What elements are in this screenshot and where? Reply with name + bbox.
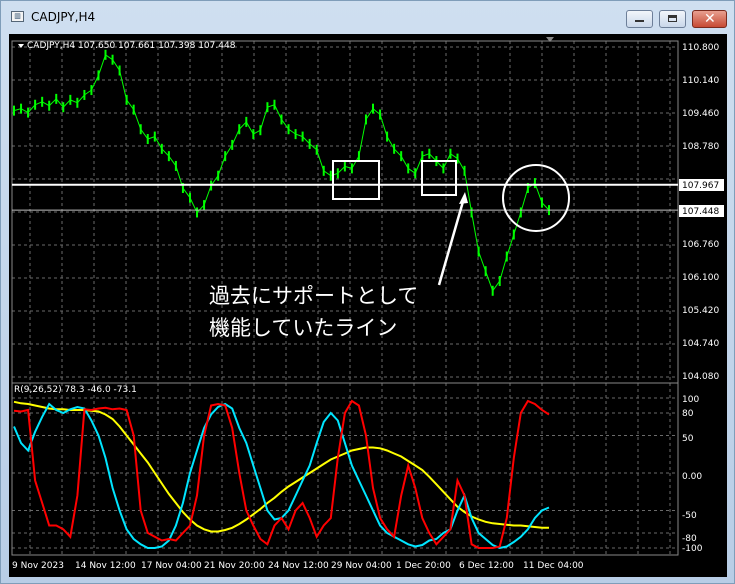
time-tick: 11 Dec 04:00 — [523, 561, 584, 571]
annotation-line1: 過去にサポートとして — [209, 284, 418, 308]
price-tick: 110.140 — [682, 76, 719, 86]
time-axis: 9 Nov 2023 14 Nov 12:00 17 Nov 04:00 21 … — [12, 561, 584, 571]
level-price-label: 107.967 — [682, 181, 719, 191]
maximize-icon — [668, 15, 677, 22]
chart-canvas[interactable]: 過去にサポートとして 機能していたライン CADJPY,H4 107.650 1… — [9, 34, 727, 577]
maximize-button[interactable] — [659, 10, 686, 28]
metatrader-chart-icon: ▥ — [11, 11, 24, 22]
chart-window: ▥ CADJPY,H4 ✕ 過去にサポートとして 機能していたライン CADJP… — [0, 0, 735, 584]
time-tick: 21 Nov 20:00 — [204, 561, 265, 571]
bid-price-label: 107.448 — [682, 207, 719, 217]
highlight-box-2 — [421, 160, 457, 196]
indicator-tick: 0.00 — [682, 472, 702, 482]
indicator-tick: -50 — [682, 511, 697, 521]
price-tick: 104.080 — [682, 372, 719, 382]
price-tick: 104.740 — [682, 339, 719, 349]
time-tick: 29 Nov 04:00 — [331, 561, 392, 571]
arrow-head-icon — [459, 192, 468, 204]
highlight-circle — [502, 164, 570, 232]
indicator-tick: 80 — [682, 409, 694, 419]
price-tick: 110.800 — [682, 43, 719, 53]
time-tick: 1 Dec 20:00 — [396, 561, 451, 571]
time-tick: 9 Nov 2023 — [12, 561, 64, 571]
chart-area[interactable]: 過去にサポートとして 機能していたライン CADJPY,H4 107.650 1… — [9, 34, 727, 577]
time-tick: 6 Dec 12:00 — [459, 561, 514, 571]
indicator-tick: -100 — [682, 544, 703, 554]
price-tick: 106.100 — [682, 273, 719, 283]
indicator-tick: 50 — [682, 434, 694, 444]
time-tick: 24 Nov 12:00 — [268, 561, 329, 571]
highlight-box-1 — [332, 160, 380, 200]
indicator-tick: 100 — [682, 395, 699, 405]
title-bar[interactable]: ▥ CADJPY,H4 ✕ — [1, 1, 734, 33]
indicator-axis: 100 80 50 0.00 -50 -80 -100 — [682, 395, 703, 554]
window-title: CADJPY,H4 — [31, 10, 96, 24]
indicator-tick: -80 — [682, 534, 697, 544]
time-tick: 17 Nov 04:00 — [141, 561, 202, 571]
annotation-line2: 機能していたライン — [209, 316, 397, 340]
price-axis: 110.800 110.140 109.460 108.780 106.760 … — [679, 43, 724, 382]
close-icon: ✕ — [704, 11, 716, 27]
time-tick: 14 Nov 12:00 — [75, 561, 136, 571]
close-button[interactable]: ✕ — [692, 10, 727, 28]
price-tick: 109.460 — [682, 109, 719, 119]
annotation-arrow — [437, 197, 466, 286]
minimize-button[interactable] — [626, 10, 653, 28]
minimize-icon — [635, 20, 644, 22]
chart-header: CADJPY,H4 107.650 107.661 107.398 107.44… — [27, 41, 236, 51]
price-tick: 108.780 — [682, 142, 719, 152]
price-tick: 106.760 — [682, 240, 719, 250]
indicator-header: R(9,26,52) 78.3 -46.0 -73.1 — [14, 385, 137, 395]
price-tick: 105.420 — [682, 306, 719, 316]
